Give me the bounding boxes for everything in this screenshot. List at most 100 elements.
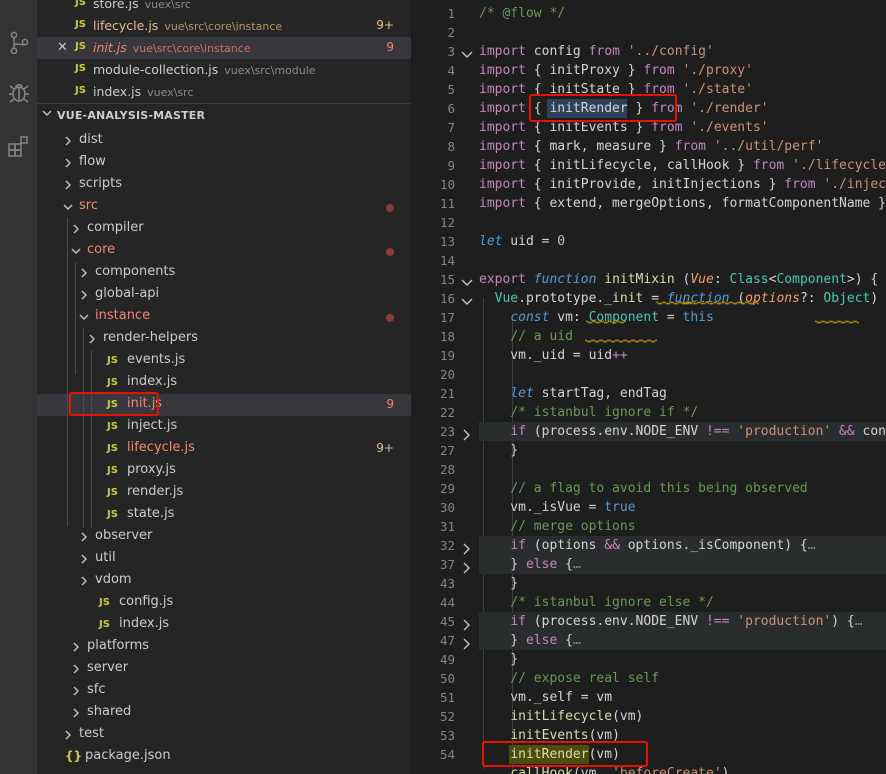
code-line[interactable]: /* @flow */ <box>479 4 565 23</box>
code-token: Vue <box>479 291 519 306</box>
tree-item-label: sfc <box>87 682 106 697</box>
tree-item-lifecycle-js[interactable]: JS lifecycle.js 9+ <box>37 438 411 460</box>
tree-item-global-api[interactable]: global-api <box>37 284 411 306</box>
code-line[interactable]: let startTag, endTag <box>479 384 667 403</box>
code-line[interactable]: vm._self = vm <box>479 688 612 707</box>
tree-item-config-js[interactable]: JS config.js <box>37 592 411 614</box>
tree-item-instance[interactable]: instance <box>37 306 411 328</box>
tree-item-sfc[interactable]: sfc <box>37 680 411 702</box>
open-editor-path: vuex\src <box>144 0 191 11</box>
code-token: … <box>854 614 863 629</box>
fold-closed-chevron-icon[interactable] <box>461 635 473 654</box>
code-line[interactable]: // a flag to avoid this being observed <box>479 479 807 498</box>
chevron-right-icon <box>87 333 97 348</box>
tree-item-util[interactable]: util <box>37 548 411 570</box>
code-line[interactable]: /* istanbul ignore else */ <box>479 593 714 612</box>
open-editor-item[interactable]: JS index.js vuex\src <box>37 81 411 103</box>
highlight-box-call-initRender <box>482 741 648 767</box>
code-line[interactable]: // merge options <box>479 517 635 536</box>
tree-item-events-js[interactable]: JS events.js <box>37 350 411 372</box>
explorer-section-header[interactable]: VUE-ANALYSIS-MASTER <box>37 103 411 125</box>
code-token: >) { <box>846 272 879 287</box>
code-line[interactable]: import { initProxy } from './proxy' <box>479 61 753 80</box>
activity-extensions-icon[interactable] <box>0 126 37 166</box>
line-number: 30 <box>439 500 455 515</box>
code-editor[interactable]: 1/* @flow */2 3 import config from '../con… <box>411 0 886 774</box>
fold-closed-chevron-icon[interactable] <box>461 559 473 578</box>
open-editor-item[interactable]: ✕ JS init.js vue\src\core\instance 9 <box>37 37 411 59</box>
line-number: 53 <box>439 728 455 743</box>
tree-item-src[interactable]: src <box>37 196 411 218</box>
tree-item-render-helpers[interactable]: render-helpers <box>37 328 411 350</box>
code-line[interactable]: } else {… <box>479 555 580 574</box>
tree-item-shared[interactable]: shared <box>37 702 411 724</box>
tree-item-vdom[interactable]: vdom <box>37 570 411 592</box>
code-line[interactable]: import { mark, measure } from '../util/p… <box>479 137 823 156</box>
code-line[interactable]: } else {… <box>479 631 580 650</box>
code-line[interactable]: let uid = 0 <box>479 232 565 251</box>
code-token: import <box>479 82 526 97</box>
tree-item-render-js[interactable]: JS render.js <box>37 482 411 504</box>
code-line[interactable]: vm._uid = uid++ <box>479 346 627 365</box>
close-icon[interactable]: ✕ <box>57 40 68 55</box>
code-line[interactable]: import { initProvide, initInjections } f… <box>479 175 886 194</box>
open-editor-item[interactable]: JS store.js vuex\src <box>37 0 411 15</box>
code-line[interactable]: } <box>479 574 518 593</box>
code-line[interactable]: /* istanbul ignore if */ <box>479 403 698 422</box>
tree-item-inject-js[interactable]: JS inject.js <box>37 416 411 438</box>
code-token: { initProvide, initInjections } <box>525 177 785 192</box>
code-line[interactable]: } <box>479 441 518 460</box>
code-token: startTag, endTag <box>533 386 667 401</box>
code-line[interactable]: if (options && options._isComponent) {… <box>479 536 815 555</box>
tree-item-label: server <box>87 660 129 675</box>
code-token: 'production' <box>737 424 832 439</box>
fold-closed-chevron-icon[interactable] <box>461 540 473 559</box>
tree-item-flow[interactable]: flow <box>37 152 411 174</box>
code-token: { extend, mergeOptions, formatComponentN… <box>525 196 886 211</box>
code-line[interactable]: if (process.env.NODE_ENV !== 'production… <box>479 612 863 631</box>
open-editor-item[interactable]: JS module-collection.js vuex\src\module <box>37 59 411 81</box>
fold-open-chevron-icon[interactable] <box>461 293 473 312</box>
code-line[interactable]: import config from '../config' <box>479 42 714 61</box>
code-line[interactable]: import { extend, mergeOptions, formatCom… <box>479 194 886 213</box>
code-token: ) <box>721 766 730 774</box>
line-number: 21 <box>439 386 455 401</box>
activity-source-control-icon[interactable] <box>0 22 37 62</box>
code-token: import <box>479 139 526 154</box>
tree-item-index-js[interactable]: JS index.js <box>37 372 411 394</box>
code-line[interactable]: vm._isVue = true <box>479 498 635 517</box>
code-token: } <box>479 633 526 648</box>
tree-item-observer[interactable]: observer <box>37 526 411 548</box>
code-line[interactable]: // expose real self <box>479 669 659 688</box>
code-line[interactable]: initLifecycle(vm) <box>479 707 643 726</box>
fold-closed-chevron-icon[interactable] <box>461 616 473 635</box>
code-line[interactable]: import { initLifecycle, callHook } from … <box>479 156 886 175</box>
tree-item-proxy-js[interactable]: JS proxy.js <box>37 460 411 482</box>
code-token: ) { <box>831 614 855 629</box>
tree-item-index-js[interactable]: JS index.js <box>37 614 411 636</box>
tree-item-scripts[interactable]: scripts <box>37 174 411 196</box>
tree-item-state-js[interactable]: JS state.js <box>37 504 411 526</box>
code-line[interactable]: // a uid <box>479 327 573 346</box>
tree-item-package-json[interactable]: {} package.json <box>37 746 411 768</box>
tree-item-test[interactable]: test <box>37 724 411 746</box>
code-line[interactable]: } <box>479 650 518 669</box>
tree-item-compiler[interactable]: compiler <box>37 218 411 240</box>
tree-item-platforms[interactable]: platforms <box>37 636 411 658</box>
code-line[interactable]: if (process.env.NODE_ENV !== 'production… <box>479 422 886 441</box>
js-file-icon: JS <box>75 19 86 30</box>
open-editor-item[interactable]: JS lifecycle.js vue\src\core\instance 9+ <box>37 15 411 37</box>
tree-item-server[interactable]: server <box>37 658 411 680</box>
activity-debug-icon[interactable] <box>0 72 37 112</box>
fold-closed-chevron-icon[interactable] <box>461 426 473 445</box>
fold-open-chevron-icon[interactable] <box>461 46 473 65</box>
tree-item-dist[interactable]: dist <box>37 130 411 152</box>
fold-open-chevron-icon[interactable] <box>461 274 473 293</box>
tree-item-core[interactable]: core <box>37 240 411 262</box>
tree-item-components[interactable]: components <box>37 262 411 284</box>
code-line[interactable]: export function initMixin (Vue: Class<Co… <box>479 270 878 289</box>
